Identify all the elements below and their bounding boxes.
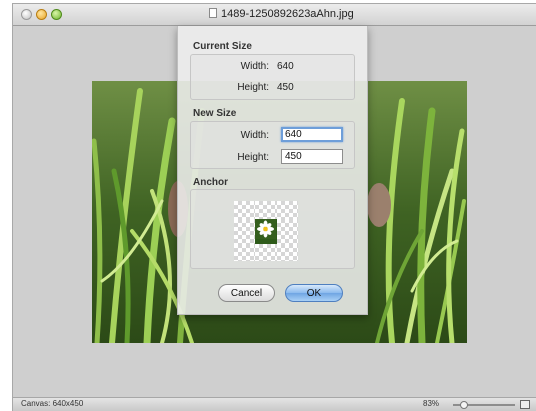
current-size-box: Width: 640 Height: 450 [190, 54, 355, 100]
ok-button[interactable]: OK [285, 284, 343, 302]
anchor-top[interactable] [255, 201, 277, 219]
window-title: 1489-1250892623aAhn.jpg [209, 8, 354, 20]
current-size-title: Current Size [193, 41, 252, 52]
image-thumbnail-icon [255, 218, 277, 239]
zoom-slider-knob[interactable] [460, 401, 468, 409]
anchor-center[interactable] [255, 218, 277, 244]
new-size-box: Width: 640 Height: 450 [190, 121, 355, 169]
new-size-title: New Size [193, 108, 237, 119]
status-bar: Canvas: 640x450 83% [13, 397, 536, 411]
current-width-label: Width: [240, 61, 269, 72]
anchor-bottom-left[interactable] [234, 243, 256, 261]
fit-to-window-icon[interactable] [520, 400, 530, 409]
canvas-size-status: Canvas: 640x450 [21, 399, 84, 408]
anchor-bottom[interactable] [255, 243, 277, 261]
title-bar[interactable]: 1489-1250892623aAhn.jpg [13, 4, 536, 26]
current-height-label: Height: [237, 82, 269, 93]
zoom-button[interactable] [51, 9, 62, 20]
current-height-value: 450 [277, 82, 294, 93]
cancel-button[interactable]: Cancel [218, 284, 275, 302]
anchor-left[interactable] [234, 218, 256, 244]
minimize-button[interactable] [36, 9, 47, 20]
current-width-value: 640 [277, 61, 294, 72]
anchor-right[interactable] [276, 218, 298, 244]
resize-canvas-sheet: Current Size Width: 640 Height: 450 New … [177, 26, 368, 315]
anchor-box [190, 189, 355, 269]
document-icon [209, 8, 217, 18]
new-height-label: Height: [237, 152, 269, 163]
new-height-field[interactable]: 450 [281, 149, 343, 164]
anchor-title: Anchor [193, 177, 228, 188]
anchor-top-left[interactable] [234, 201, 256, 219]
new-width-label: Width: [240, 130, 269, 141]
anchor-bottom-right[interactable] [276, 243, 298, 261]
close-button[interactable] [21, 9, 32, 20]
window-title-text: 1489-1250892623aAhn.jpg [221, 8, 354, 20]
app-window: 1489-1250892623aAhn.jpg Current Size Wid… [12, 3, 536, 411]
zoom-level: 83% [423, 399, 440, 408]
anchor-grid [234, 201, 298, 261]
anchor-top-right[interactable] [276, 201, 298, 219]
new-width-field[interactable]: 640 [281, 127, 343, 142]
